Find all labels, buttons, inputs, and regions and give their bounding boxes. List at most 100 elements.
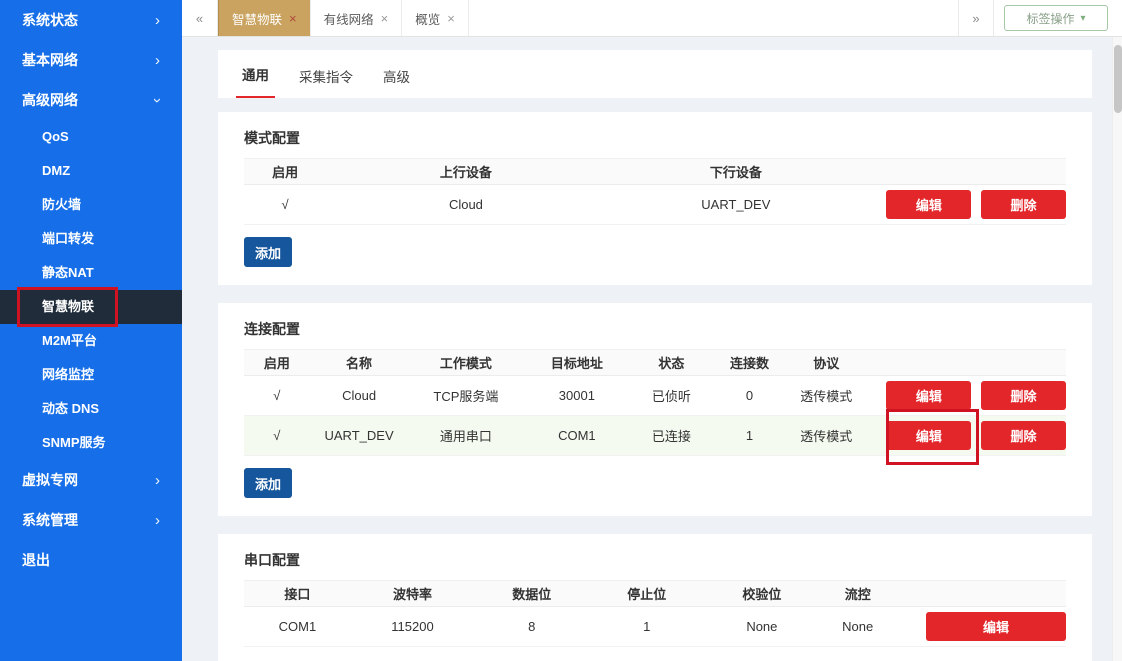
column-header-interface: 接口: [244, 581, 351, 607]
table-row: √ Cloud TCP服务端 30001 已侦听 0 透传模式 编辑 删除: [244, 376, 1066, 416]
add-button[interactable]: 添加: [244, 468, 292, 498]
mode-config-table: 启用 上行设备 下行设备 √ Cloud UART_DEV 编辑 删除: [244, 158, 1066, 225]
delete-button[interactable]: 删除: [981, 381, 1066, 410]
column-header-actions: [866, 159, 1066, 185]
panel-title-mode-config: 模式配置: [244, 128, 1066, 148]
column-header-connection-count: 连接数: [713, 350, 787, 376]
sidebar-item-firewall[interactable]: 防火墙: [0, 188, 182, 222]
close-icon[interactable]: ×: [447, 12, 455, 25]
tab-wired-network[interactable]: 有线网络 ×: [311, 0, 403, 36]
sidebar-item-label: 端口转发: [42, 231, 94, 246]
sidebar-item-label: 退出: [22, 550, 50, 570]
chevron-down-icon: ›: [150, 98, 165, 103]
cell-connection-count: 0: [713, 376, 787, 416]
cell-baud-rate: 115200: [351, 607, 474, 647]
column-header-baud-rate: 波特率: [351, 581, 474, 607]
chevron-right-icon: ›: [155, 13, 160, 28]
column-header-data-bits: 数据位: [474, 581, 589, 607]
sidebar-item-dynamic-dns[interactable]: 动态 DNS: [0, 392, 182, 426]
cell-connection-count: 1: [713, 416, 787, 456]
sidebar-item-label: 静态NAT: [42, 265, 94, 280]
sidebar-item-network-monitor[interactable]: 网络监控: [0, 358, 182, 392]
edit-button[interactable]: 编辑: [886, 381, 971, 410]
connection-config-panel: 连接配置 启用 名称 工作模式 目标地址 状态 连接数 协议 √ Cloud: [218, 303, 1092, 516]
sidebar-item-dmz[interactable]: DMZ: [0, 154, 182, 188]
table-header-row: 接口 波特率 数据位 停止位 校验位 流控: [244, 581, 1066, 607]
column-header-actions: [866, 350, 1066, 376]
sidebar-item-vpn[interactable]: 虚拟专网 ›: [0, 460, 182, 500]
cell-status: 已侦听: [630, 376, 712, 416]
sidebar-item-m2m-platform[interactable]: M2M平台: [0, 324, 182, 358]
scrollbar-thumb[interactable]: [1114, 45, 1122, 113]
sidebar-item-snmp[interactable]: SNMP服务: [0, 426, 182, 460]
sidebar-item-port-forwarding[interactable]: 端口转发: [0, 222, 182, 256]
tab-smart-iot[interactable]: 智慧物联 ×: [218, 0, 311, 36]
panel-title-connection-config: 连接配置: [244, 319, 1066, 339]
tag-actions-label: 标签操作: [1026, 10, 1074, 27]
table-row: √ UART_DEV 通用串口 COM1 已连接 1 透传模式 编辑 删除: [244, 416, 1066, 456]
sidebar-item-label: QoS: [42, 129, 69, 144]
main-content: 通用 采集指令 高级 模式配置 启用 上行设备 下行设备 √ Cloud UAR…: [182, 37, 1112, 661]
delete-button[interactable]: 删除: [981, 421, 1066, 450]
cell-parity: None: [704, 607, 819, 647]
cell-stop-bits: 1: [589, 607, 704, 647]
edit-button[interactable]: 编辑: [926, 612, 1066, 641]
sidebar-item-label: SNMP服务: [42, 435, 106, 450]
serial-config-table: 接口 波特率 数据位 停止位 校验位 流控 COM1 115200 8 1 No…: [244, 580, 1066, 647]
tab-general[interactable]: 通用: [236, 50, 275, 98]
scroll-tabs-left-button[interactable]: «: [182, 0, 218, 36]
add-button[interactable]: 添加: [244, 237, 292, 267]
serial-config-panel: 串口配置 接口 波特率 数据位 停止位 校验位 流控 COM1 115200 8: [218, 534, 1092, 661]
cell-status: 已连接: [630, 416, 712, 456]
cell-interface: COM1: [244, 607, 351, 647]
tab-label: 概览: [415, 9, 440, 28]
cell-target-address: 30001: [523, 376, 630, 416]
cell-downlink-device: UART_DEV: [606, 185, 866, 225]
edit-button[interactable]: 编辑: [886, 190, 971, 219]
sidebar-item-label: 智慧物联: [42, 299, 94, 314]
chevron-right-icon: ›: [155, 53, 160, 68]
vertical-scrollbar[interactable]: [1112, 37, 1122, 661]
sidebar-item-label: 动态 DNS: [42, 401, 99, 416]
column-header-downlink-device: 下行设备: [606, 159, 866, 185]
column-header-stop-bits: 停止位: [589, 581, 704, 607]
tab-collect-commands[interactable]: 采集指令: [293, 52, 359, 98]
chevron-right-icon: ›: [155, 473, 160, 488]
close-icon[interactable]: ×: [289, 12, 297, 25]
edit-button-uart-dev[interactable]: 编辑: [886, 421, 971, 450]
chevron-right-icon: ›: [155, 513, 160, 528]
cell-protocol: 透传模式: [786, 376, 866, 416]
sidebar-item-smart-iot[interactable]: 智慧物联: [0, 290, 182, 324]
cell-target-address: COM1: [523, 416, 630, 456]
sidebar-item-advanced-network[interactable]: 高级网络 ›: [0, 80, 182, 120]
cell-enabled: √: [244, 185, 326, 225]
delete-button[interactable]: 删除: [981, 190, 1066, 219]
scroll-tabs-right-button[interactable]: »: [958, 0, 994, 36]
sidebar: 系统状态 › 基本网络 › 高级网络 › QoS DMZ 防火墙 端口转发 静态…: [0, 0, 182, 661]
double-chevron-left-icon: «: [196, 11, 203, 26]
sidebar-item-static-nat[interactable]: 静态NAT: [0, 256, 182, 290]
sidebar-item-label: 基本网络: [22, 50, 78, 70]
sidebar-item-label: 防火墙: [42, 197, 81, 212]
tab-advanced[interactable]: 高级: [377, 52, 416, 98]
content-tab-strip: 通用 采集指令 高级: [218, 50, 1092, 98]
close-icon[interactable]: ×: [381, 12, 389, 25]
sidebar-item-qos[interactable]: QoS: [0, 120, 182, 154]
tag-actions-dropdown[interactable]: 标签操作 ▾: [1004, 5, 1108, 31]
sidebar-item-basic-network[interactable]: 基本网络 ›: [0, 40, 182, 80]
sidebar-item-label: DMZ: [42, 163, 70, 178]
cell-data-bits: 8: [474, 607, 589, 647]
tab-bar: « 智慧物联 × 有线网络 × 概览 × » 标签操作 ▾: [182, 0, 1122, 37]
panel-title-serial-config: 串口配置: [244, 550, 1066, 570]
tab-label: 智慧物联: [232, 9, 282, 28]
sidebar-item-label: M2M平台: [42, 333, 97, 348]
mode-config-panel: 模式配置 启用 上行设备 下行设备 √ Cloud UART_DEV 编辑 删除: [218, 112, 1092, 285]
sidebar-item-system-status[interactable]: 系统状态 ›: [0, 0, 182, 40]
sidebar-item-logout[interactable]: 退出: [0, 540, 182, 580]
sidebar-item-system-management[interactable]: 系统管理 ›: [0, 500, 182, 540]
table-header-row: 启用 名称 工作模式 目标地址 状态 连接数 协议: [244, 350, 1066, 376]
column-header-protocol: 协议: [786, 350, 866, 376]
cell-enabled: √: [244, 376, 310, 416]
tab-overview[interactable]: 概览 ×: [402, 0, 469, 36]
sidebar-item-label: 高级网络: [22, 90, 78, 110]
